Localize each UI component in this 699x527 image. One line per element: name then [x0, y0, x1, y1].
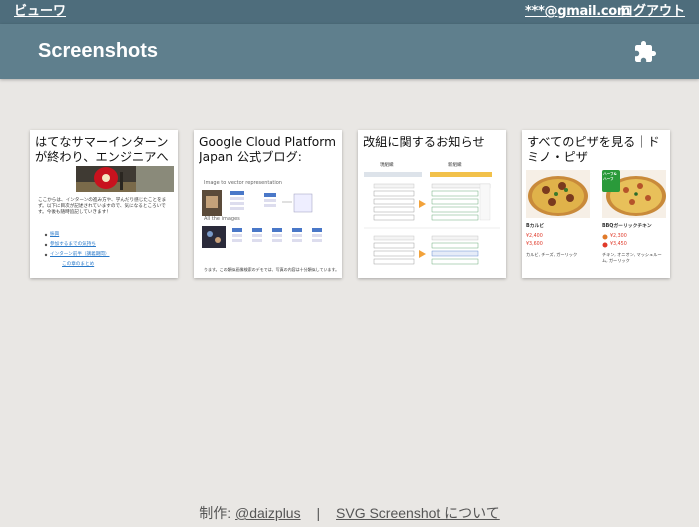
screenshot-card[interactable]: すべてのピザを見る｜ドミノ・ピザ ハーフ&ハーフ Bカルビ ¥2,400 ¥3,…: [522, 130, 670, 278]
card-preview-link: 振興: [50, 232, 60, 237]
card-thumbnail-diagram: [202, 226, 322, 248]
pizza-toppings: カルビ, チーズ, ガーリック: [526, 252, 578, 257]
viewer-link[interactable]: ビューワ: [14, 4, 66, 20]
pizza-name: BBQガーリックチキン: [602, 224, 652, 229]
card-preview-label: 現組織: [380, 163, 394, 168]
card-thumbnail-image: [76, 166, 174, 192]
app-header: Screenshots: [0, 24, 699, 79]
about-link[interactable]: SVG Screenshot について: [336, 505, 500, 521]
card-preview-link: この章のまとめ: [62, 262, 95, 267]
pizza-price: ¥2,300: [610, 234, 627, 239]
size-icons: [602, 234, 608, 248]
card-preview-text: ります。この類似画像検索のデモでは、写真の内容は十分類似しています。: [204, 267, 338, 272]
card-preview-caption: All the images: [204, 216, 240, 222]
card-preview-caption: Image to vector representation: [204, 180, 282, 186]
card-title: すべてのピザを見る｜ドミノ・ピザ: [527, 135, 660, 164]
account-email-link[interactable]: ***@gmail.com: [525, 4, 630, 20]
screenshot-card[interactable]: はてなサマーインターンが終わり、エンジニアへ ここからは、インターンの進み方や、…: [30, 130, 178, 278]
card-preview-text: ここからは、インターンの進み方や、学んだり感じたことをまず。以下に目次が記述され…: [38, 198, 167, 215]
card-title: 改組に関するお知らせ: [363, 135, 485, 149]
page-title: Screenshots: [38, 40, 159, 62]
card-title: Google Cloud Platform Japan 公式ブログ: Cloud: [199, 135, 336, 164]
logout-link[interactable]: ログアウト: [620, 4, 685, 20]
footer-separator: |: [316, 505, 321, 521]
pizza-name: Bカルビ: [526, 224, 545, 229]
puzzle-piece-icon[interactable]: [633, 40, 657, 64]
pizza-price: ¥3,600: [526, 242, 543, 247]
pizza-price: ¥3,450: [610, 242, 627, 247]
card-preview-bullets: [44, 233, 48, 257]
half-and-half-badge: ハーフ&ハーフ: [603, 172, 617, 181]
card-title: はてなサマーインターンが終わり、エンジニアへ: [35, 135, 169, 164]
footer: 制作: @daizplus | SVG Screenshot について: [0, 505, 699, 521]
screenshot-grid: はてなサマーインターンが終わり、エンジニアへ ここからは、インターンの進み方や、…: [0, 130, 699, 280]
pizza-price: ¥2,400: [526, 234, 543, 239]
credit-prefix: 制作:: [199, 505, 236, 521]
screenshot-card[interactable]: Google Cloud Platform Japan 公式ブログ: Cloud…: [194, 130, 342, 278]
author-link[interactable]: @daizplus: [235, 505, 301, 521]
screenshot-card[interactable]: 改組に関するお知らせ 現組織 新組織: [358, 130, 506, 278]
pizza-image: [526, 170, 590, 218]
card-preview-label: 新組織: [448, 163, 462, 168]
card-preview-link: インターン前半（講義期間）: [50, 252, 110, 257]
card-thumbnail-org-chart: [364, 172, 500, 265]
card-preview-link: 参加するまでの気持ち: [50, 242, 96, 247]
pizza-toppings: チキン, オニオン, マッシュルーム, ガーリック: [602, 252, 662, 263]
top-bar: ビューワ ***@gmail.com ログアウト: [0, 0, 699, 24]
